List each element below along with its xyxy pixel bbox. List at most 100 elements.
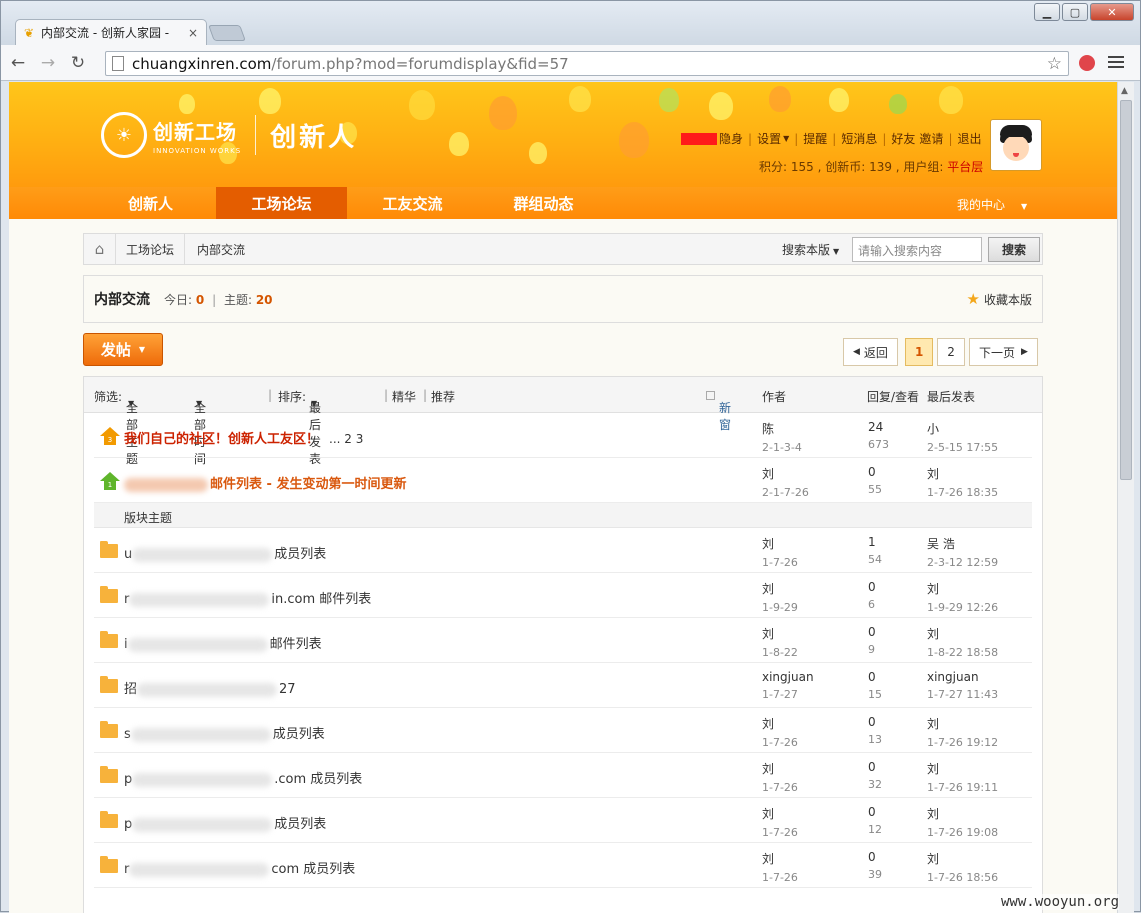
extension-icon[interactable] — [1079, 55, 1095, 71]
browser-tab[interactable]: ❦ 内部交流 - 创新人家园 - × — [15, 19, 207, 45]
table-row[interactable]: 招 27 xingjuan 1-7-27 0 15 xingjuan 1-7-27 11:43 — [94, 663, 1032, 708]
table-row[interactable]: p .com 成员列表 刘 1-7-26 0 32 刘 1-7-26 19:11 — [94, 753, 1032, 798]
table-row[interactable]: r com 成员列表刘 1-7-26 0 39 刘 1-7-26 18:56 — [94, 843, 1032, 888]
thread-title-text: 我们自己的社区！创新人工友区！ — [124, 432, 320, 447]
thread-title[interactable]: r com 成员列表 — [124, 858, 355, 877]
favorite-forum-button[interactable]: ★ 收藏本版 — [967, 290, 1032, 308]
thread-title[interactable]: i 邮件列表 — [124, 633, 322, 652]
sort-label: 排序: — [278, 390, 307, 404]
new-tab-button[interactable] — [208, 25, 246, 41]
link-invite[interactable]: 邀请 — [919, 130, 943, 147]
thread-title[interactable]: 邮件列表 - 发生变动第一时间更新 — [124, 473, 406, 492]
nav-item-forum[interactable]: 工场论坛 — [216, 187, 347, 219]
back-button[interactable]: ◀ 返回 — [843, 338, 898, 366]
thread-stats: 0 32 — [868, 760, 882, 791]
thread-last-post[interactable]: 小 2-5-15 17:55 — [927, 420, 998, 454]
reload-icon[interactable]: ↻ — [65, 50, 91, 76]
link-logout[interactable]: 退出 — [957, 130, 981, 147]
breadcrumb-current[interactable]: 内部交流 — [185, 241, 257, 258]
thread-title[interactable]: 招 27 — [124, 678, 296, 697]
thread-title[interactable]: u 成员列表 — [124, 543, 326, 562]
thread-author[interactable]: 刘 1-8-22 — [762, 625, 798, 659]
user-group[interactable]: 平台层 — [947, 160, 983, 174]
thread-author[interactable]: 刘 1-7-26 — [762, 715, 798, 749]
avatar[interactable] — [990, 119, 1042, 171]
last-time: 1-7-27 11:43 — [927, 688, 999, 701]
minimize-button[interactable]: ▁ — [1034, 3, 1060, 21]
link-settings[interactable]: 设置 — [757, 130, 781, 147]
table-row[interactable]: u 成员列表刘 1-7-26 1 54 吴 浩 2-3-12 12:59 — [94, 528, 1032, 573]
scroll-up-icon[interactable]: ▲ — [1121, 86, 1128, 96]
maximize-button[interactable]: ▢ — [1062, 3, 1088, 21]
thread-last-post[interactable]: 刘 1-8-22 18:58 — [927, 625, 998, 659]
table-row[interactable]: 3 我们自己的社区！创新人工友区！... 2 3 陈 2-1-3-4 24 673 … — [94, 413, 1032, 458]
last-author: 刘 — [927, 627, 940, 641]
redacted-text — [127, 637, 268, 652]
bookmark-star-icon[interactable]: ☆ — [1047, 54, 1062, 74]
tab-close-icon[interactable]: × — [186, 26, 200, 40]
scrollbar-thumb[interactable] — [1120, 100, 1132, 480]
thread-last-post[interactable]: 刘 1-7-26 18:56 — [927, 850, 998, 884]
thread-author[interactable]: 刘 1-7-26 — [762, 760, 798, 794]
thread-last-post[interactable]: 刘 1-7-26 18:35 — [927, 465, 998, 499]
home-icon[interactable]: ⌂ — [84, 234, 116, 264]
thread-author[interactable]: 刘 1-7-26 — [762, 805, 798, 839]
page-2[interactable]: 2 — [937, 338, 965, 366]
thread-author[interactable]: 刘 1-7-26 — [762, 535, 798, 569]
address-bar[interactable]: chuangxinren.com /forum.php?mod=forumdis… — [105, 51, 1069, 76]
thread-title[interactable]: r in.com 邮件列表 — [124, 588, 371, 607]
thread-author[interactable]: xingjuan 1-7-27 — [762, 670, 814, 701]
page-1[interactable]: 1 — [904, 338, 934, 366]
nav-item-exchange[interactable]: 工友交流 — [347, 187, 478, 219]
table-row[interactable]: s 成员列表刘 1-7-26 0 13 刘 1-7-26 19:12 — [94, 708, 1032, 753]
table-row[interactable]: 1 邮件列表 - 发生变动第一时间更新 刘 2-1-7-26 0 55 刘 1-7-2… — [94, 458, 1032, 503]
nav-item-chuangxinren[interactable]: 创新人 — [85, 187, 216, 219]
thread-author[interactable]: 刘 1-7-26 — [762, 850, 798, 884]
thread-author[interactable]: 刘 1-9-29 — [762, 580, 798, 614]
link-reminders[interactable]: 提醒 — [803, 130, 827, 147]
table-row[interactable]: p 成员列表刘 1-7-26 0 12 刘 1-7-26 19:08 — [94, 798, 1032, 843]
thread-author[interactable]: 刘 2-1-7-26 — [762, 465, 809, 499]
close-window-button[interactable]: ✕ — [1090, 3, 1134, 21]
forward-arrow-icon[interactable]: → — [35, 50, 61, 76]
scrollbar[interactable]: ▲ — [1117, 82, 1134, 913]
site-logo[interactable]: ☀ 创新工场 INNOVATION WORKS 创新人 — [101, 112, 357, 158]
table-row[interactable]: i 邮件列表刘 1-8-22 0 9 刘 1-8-22 18:58 — [94, 618, 1032, 663]
filter-recommend[interactable]: 推荐 — [431, 388, 455, 405]
thread-title[interactable]: 我们自己的社区！创新人工友区！ ... 2 3 — [124, 428, 363, 447]
search-input[interactable]: 请输入搜索内容 — [852, 237, 982, 262]
link-messages[interactable]: 短消息 — [841, 130, 877, 147]
link-friends[interactable]: 好友 — [891, 130, 915, 147]
thread-title[interactable]: s 成员列表 — [124, 723, 325, 742]
logo-en: INNOVATION WORKS — [153, 146, 242, 155]
search-scope-select[interactable]: 搜索本版 ▼ — [782, 241, 839, 258]
link-invisible[interactable]: 隐身 — [719, 130, 743, 147]
search-button[interactable]: 搜索 — [988, 237, 1040, 262]
thread-last-post[interactable]: 吴 浩 2-3-12 12:59 — [927, 535, 998, 569]
author-name: 刘 — [762, 467, 775, 481]
thread-last-post[interactable]: xingjuan 1-7-27 11:43 — [927, 670, 998, 701]
thread-title[interactable]: p .com 成员列表 — [124, 768, 362, 787]
new-post-button[interactable]: 发帖 ▼ — [83, 333, 163, 366]
thread-last-post[interactable]: 刘 1-7-26 19:11 — [927, 760, 998, 794]
forum-name: 内部交流 — [94, 292, 150, 308]
menu-icon[interactable] — [1108, 54, 1124, 70]
thread-last-post[interactable]: 刘 1-9-29 12:26 — [927, 580, 998, 614]
breadcrumb-forum[interactable]: 工场论坛 — [116, 234, 186, 264]
thread-title[interactable]: p 成员列表 — [124, 813, 326, 832]
thread-author[interactable]: 陈 2-1-3-4 — [762, 420, 802, 454]
table-row[interactable]: r in.com 邮件列表刘 1-9-29 0 6 刘 1-9-29 12:26 — [94, 573, 1032, 618]
last-author: xingjuan — [927, 670, 979, 684]
nav-item-groups[interactable]: 群组动态 — [478, 187, 609, 219]
back-arrow-icon[interactable]: ← — [5, 50, 31, 76]
author-name: 刘 — [762, 852, 775, 866]
new-window-toggle[interactable]: 新窗 — [706, 388, 731, 432]
next-page-button[interactable]: 下一页 ▶ — [968, 338, 1038, 366]
thread-last-post[interactable]: 刘 1-7-26 19:12 — [927, 715, 998, 749]
col-replies: 回复/查看 — [867, 390, 920, 404]
filter-digest[interactable]: 精华 — [392, 388, 416, 405]
thread-pages[interactable]: ... 2 3 — [329, 432, 363, 446]
thread-last-post[interactable]: 刘 1-7-26 19:08 — [927, 805, 998, 839]
redacted-text — [137, 682, 278, 697]
my-center-menu[interactable]: 我的中心 ▼ — [957, 196, 1027, 213]
